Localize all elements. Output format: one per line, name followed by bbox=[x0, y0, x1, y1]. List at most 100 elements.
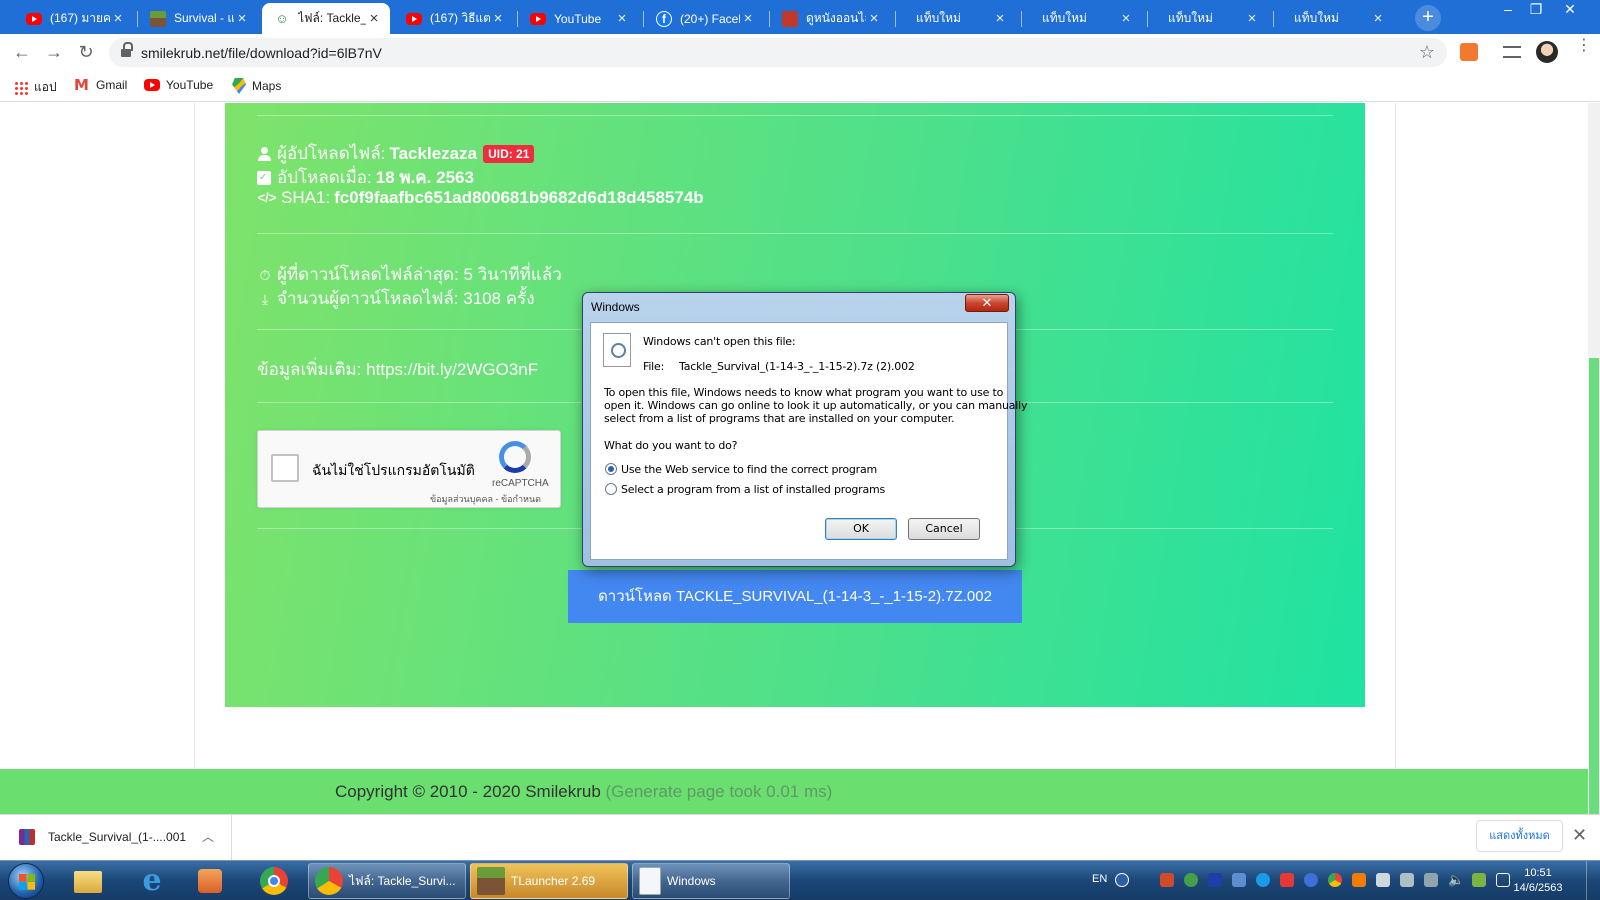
dialog-close-button[interactable]: ✕ bbox=[965, 294, 1009, 312]
close-icon[interactable]: × bbox=[1370, 10, 1386, 27]
bookmark-label: Maps bbox=[252, 79, 282, 93]
close-icon[interactable]: × bbox=[366, 10, 382, 27]
tray-app-icon[interactable] bbox=[1280, 873, 1294, 887]
tray-app-icon[interactable] bbox=[1352, 873, 1366, 887]
code-icon: </> bbox=[257, 190, 277, 205]
chrome-pinned-icon[interactable] bbox=[252, 865, 296, 897]
radio-installed-programs[interactable] bbox=[605, 483, 617, 495]
archive-file-icon bbox=[19, 829, 35, 845]
tray-app-icon[interactable] bbox=[1232, 873, 1246, 887]
facebook-icon: f bbox=[656, 10, 672, 27]
chevron-up-icon[interactable]: ︿ bbox=[202, 828, 214, 845]
bookmark-maps[interactable]: Maps bbox=[232, 78, 281, 94]
extension-icon[interactable] bbox=[1460, 43, 1478, 61]
bookmark-apps[interactable]: แอป bbox=[14, 78, 57, 97]
tab-title: (167) วิธีแตป bbox=[430, 11, 490, 25]
tab-youtube-2[interactable]: (167) วิธีแตป × bbox=[394, 3, 514, 34]
upload-date-label: อัปโหลดเมื่อ: bbox=[277, 168, 372, 187]
tab-youtube-3[interactable]: YouTube × bbox=[518, 3, 638, 34]
tab-facebook[interactable]: f (20+) Faceb × bbox=[644, 3, 764, 34]
close-icon[interactable]: × bbox=[992, 10, 1008, 27]
chrome-tray-icon[interactable] bbox=[1328, 873, 1342, 887]
bookmark-youtube[interactable]: YouTube bbox=[144, 78, 213, 92]
download-item[interactable]: Tackle_Survival_(1-....001 ︿ bbox=[0, 815, 232, 861]
system-clock[interactable]: 10:51 14/6/2563 bbox=[1508, 866, 1568, 896]
download-count-line: ⤓ จำนวนผู้ดาวน์โหลดไฟล์: 3108 ครั้ง bbox=[257, 285, 535, 312]
restore-button[interactable]: ❐ bbox=[1521, 0, 1551, 20]
menu-dots-icon[interactable]: ⋮ bbox=[1576, 38, 1592, 61]
tab-smilekrub[interactable]: ☺ ไฟล์: Tackle_ × bbox=[262, 3, 390, 34]
tab-new-3[interactable]: แท็บใหม่ × bbox=[1148, 3, 1268, 34]
ok-button[interactable]: OK bbox=[825, 518, 897, 540]
tray-app-icon[interactable] bbox=[1400, 873, 1414, 887]
taskbar-windows-dialog[interactable]: Windows bbox=[632, 863, 790, 899]
profile-avatar[interactable] bbox=[1536, 41, 1558, 63]
tab-new-1[interactable]: แท็บใหม่ × bbox=[896, 3, 1016, 34]
footer-text: Copyright © 2010 - 2020 Smilekrub (Gener… bbox=[335, 782, 832, 802]
tray-app-icon[interactable] bbox=[1376, 873, 1390, 887]
close-icon[interactable]: × bbox=[614, 10, 630, 27]
forward-button[interactable]: → bbox=[42, 40, 66, 64]
youtube-icon bbox=[144, 79, 160, 91]
tray-app-icon[interactable] bbox=[1208, 873, 1222, 887]
lock-icon bbox=[121, 42, 133, 58]
maps-icon bbox=[232, 78, 246, 94]
url-text: smilekrub.net/file/download?id=6lB7nV bbox=[141, 45, 382, 61]
file-name: Tackle_Survival_(1-14-3_-_1-15-2).7z (2)… bbox=[679, 360, 915, 373]
close-icon[interactable]: × bbox=[1118, 10, 1134, 27]
tab-new-4[interactable]: แท็บใหม่ × bbox=[1274, 3, 1394, 34]
show-desktop-button[interactable] bbox=[1586, 861, 1600, 900]
radio-web-service[interactable] bbox=[605, 463, 617, 475]
tab-youtube-1[interactable]: (167) มายคร × bbox=[14, 3, 134, 34]
close-icon[interactable]: × bbox=[866, 10, 882, 27]
download-button[interactable]: ดาวน์โหลด TACKLE_SURVIVAL_(1-14-3_-_1-15… bbox=[568, 570, 1022, 623]
show-all-downloads-button[interactable]: แสดงทั้งหมด bbox=[1476, 820, 1563, 852]
tab-new-2[interactable]: แท็บใหม่ × bbox=[1022, 3, 1142, 34]
recaptcha-privacy-links[interactable]: ข้อมูลส่วนบุคคล - ข้อกำหนด bbox=[430, 492, 541, 506]
help-tray-icon[interactable] bbox=[1115, 873, 1129, 887]
close-icon[interactable]: × bbox=[1244, 10, 1260, 27]
file-explorer-icon[interactable] bbox=[66, 865, 110, 897]
antivirus-tray-icon[interactable] bbox=[1160, 873, 1174, 887]
minecraft-icon bbox=[477, 867, 505, 895]
option-web-service-label[interactable]: Use the Web service to find the correct … bbox=[621, 463, 877, 476]
media-control-icon[interactable] bbox=[1503, 46, 1521, 58]
bookmark-gmail[interactable]: Gmail bbox=[74, 76, 127, 94]
close-icon[interactable]: ✕ bbox=[1572, 825, 1587, 846]
scrollbar-thumb[interactable] bbox=[1589, 358, 1599, 814]
file-label: File: bbox=[643, 360, 665, 373]
more-info-line[interactable]: ข้อมูลเพิ่มเติม: https://bit.ly/2WGO3nF bbox=[257, 356, 538, 383]
taskbar-chrome-window[interactable]: ไฟล์: Tackle_Survi... bbox=[308, 863, 466, 899]
tray-app-icon[interactable] bbox=[1304, 873, 1318, 887]
back-button[interactable]: ← bbox=[10, 40, 34, 64]
start-button[interactable] bbox=[8, 863, 44, 899]
option-installed-programs-label[interactable]: Select a program from a list of installe… bbox=[621, 483, 885, 496]
tray-app-icon[interactable] bbox=[1184, 873, 1198, 887]
recaptcha-checkbox[interactable] bbox=[271, 454, 299, 482]
tab-movies[interactable]: ดูหนังออนไลน์ × bbox=[770, 3, 890, 34]
bookmark-star-icon[interactable]: ☆ bbox=[1419, 42, 1435, 63]
tab-title: (20+) Faceb bbox=[680, 11, 740, 26]
more-info-link[interactable]: ข้อมูลเพิ่มเติม: https://bit.ly/2WGO3nF bbox=[257, 356, 538, 383]
recaptcha-label: ฉันไม่ใช่โปรแกรมอัตโนมัติ bbox=[312, 462, 475, 478]
close-icon[interactable]: × bbox=[234, 10, 250, 27]
internet-explorer-icon[interactable]: e bbox=[128, 865, 172, 897]
new-tab-button[interactable]: + bbox=[1415, 5, 1441, 31]
address-bar[interactable]: smilekrub.net/file/download?id=6lB7nV ☆ bbox=[109, 38, 1447, 67]
taskbar-tlauncher-window[interactable]: TLauncher 2.69 bbox=[470, 863, 628, 899]
tab-survival[interactable]: Survival - แ × bbox=[138, 3, 258, 34]
close-icon[interactable]: × bbox=[740, 10, 756, 27]
minimize-button[interactable]: – bbox=[1493, 0, 1523, 20]
close-icon[interactable]: × bbox=[490, 10, 506, 27]
volume-icon[interactable]: 🔈 bbox=[1448, 873, 1464, 887]
close-icon[interactable]: × bbox=[110, 10, 126, 27]
reload-button[interactable]: ↻ bbox=[74, 40, 98, 64]
page-scrollbar[interactable] bbox=[1588, 103, 1600, 814]
tray-app-icon[interactable] bbox=[1472, 873, 1486, 887]
network-tray-icon[interactable] bbox=[1424, 873, 1438, 887]
media-player-icon[interactable] bbox=[188, 865, 232, 897]
cancel-button[interactable]: Cancel bbox=[908, 518, 980, 540]
tray-app-icon[interactable] bbox=[1256, 873, 1270, 887]
window-close-button[interactable]: ✕ bbox=[1555, 0, 1585, 20]
language-indicator[interactable]: EN bbox=[1092, 873, 1107, 885]
